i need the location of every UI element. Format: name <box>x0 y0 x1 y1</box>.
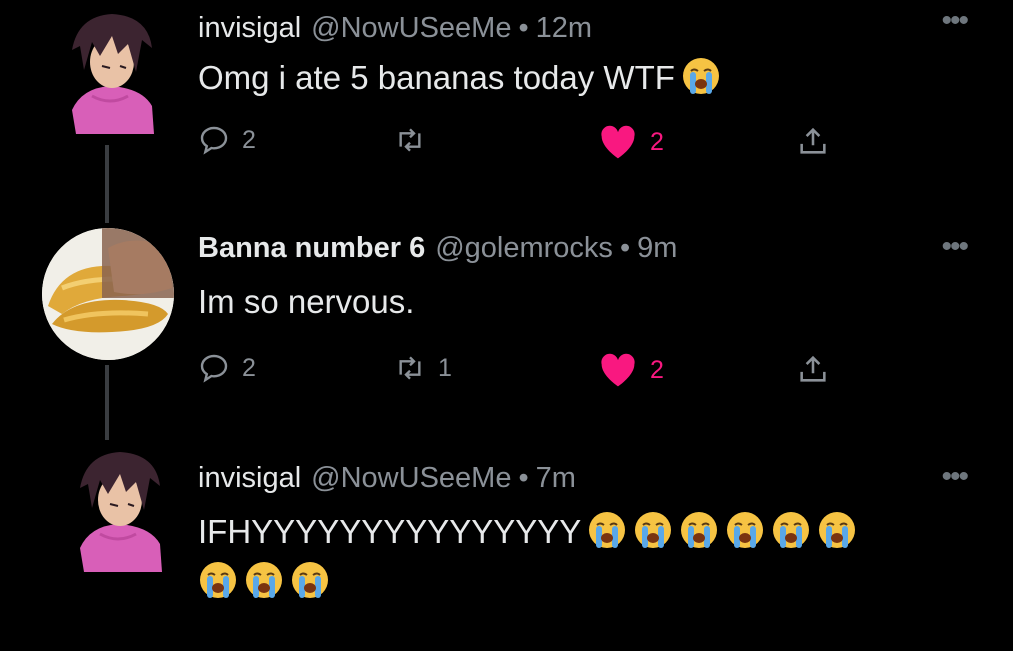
reply-count: 2 <box>242 125 256 154</box>
loudly-crying-face-icon <box>725 510 765 550</box>
user-handle[interactable]: @NowUSeeMe <box>311 12 511 45</box>
tweet[interactable]: invisigal @NowUSeeMe • 12m ••• Omg i ate… <box>0 0 1013 200</box>
retweet-icon <box>399 128 421 152</box>
tweet-text-content: Omg i ate 5 bananas today WTF <box>198 59 675 96</box>
share-icon <box>800 355 826 382</box>
loudly-crying-face-icon <box>817 510 857 550</box>
reply-icon <box>200 126 228 155</box>
loudly-crying-face-icon <box>771 510 811 550</box>
tweet-text-line2 <box>192 560 330 602</box>
share-icon <box>800 127 826 154</box>
retweet-button[interactable]: 1 <box>394 352 452 384</box>
loudly-crying-face-icon <box>290 560 330 600</box>
tweet-actions: 2 1 2 <box>198 352 838 392</box>
tweet-text: IFHYYYYYYYYYYYYYYY <box>198 510 857 552</box>
reply-button[interactable]: 2 <box>198 352 256 384</box>
reply-button[interactable]: 2 <box>198 124 256 156</box>
more-options-icon[interactable]: ••• <box>941 4 968 38</box>
emoji-row <box>581 510 857 550</box>
like-count: 2 <box>650 355 664 384</box>
heart-icon <box>601 353 635 387</box>
loudly-crying-face-icon <box>198 560 238 600</box>
avatar[interactable] <box>42 228 174 360</box>
avatar[interactable] <box>70 448 166 572</box>
retweet-button[interactable] <box>394 124 438 156</box>
display-name[interactable]: invisigal <box>198 462 301 495</box>
like-button[interactable]: 2 <box>598 352 664 388</box>
loudly-crying-face-icon <box>587 510 627 550</box>
tweet-text-content: IFHYYYYYYYYYYYYYYY <box>198 513 582 550</box>
share-button[interactable] <box>796 352 830 386</box>
display-name[interactable]: Banna number 6 <box>198 232 425 265</box>
tweet[interactable]: invisigal @NowUSeeMe • 7m ••• IFHYYYYYYY… <box>0 440 1013 651</box>
timestamp[interactable]: 7m <box>536 462 576 495</box>
loudly-crying-face-icon <box>679 510 719 550</box>
loudly-crying-face-icon <box>681 56 721 96</box>
emoji-row <box>192 560 330 600</box>
share-button[interactable] <box>796 124 830 158</box>
separator-dot: • <box>619 232 631 264</box>
timestamp[interactable]: 12m <box>536 12 592 45</box>
separator-dot: • <box>518 12 529 44</box>
loudly-crying-face-icon <box>244 560 284 600</box>
retweet-count: 1 <box>438 353 452 382</box>
timestamp[interactable]: 9m <box>637 232 677 265</box>
loudly-crying-face-icon <box>633 510 673 550</box>
user-handle[interactable]: @NowUSeeMe <box>311 462 511 495</box>
tweet-text: Omg i ate 5 bananas today WTF <box>198 56 721 98</box>
retweet-icon <box>399 356 421 380</box>
tweet-actions: 2 2 <box>198 124 838 164</box>
more-options-icon[interactable]: ••• <box>941 230 968 264</box>
heart-icon <box>601 125 635 159</box>
separator-dot: • <box>518 462 529 494</box>
display-name[interactable]: invisigal <box>198 12 301 45</box>
reply-count: 2 <box>242 353 256 382</box>
tweet[interactable]: Banna number 6 @golemrocks • 9m ••• Im s… <box>0 200 1013 430</box>
like-count: 2 <box>650 127 664 156</box>
user-handle[interactable]: @golemrocks <box>435 232 613 265</box>
more-options-icon[interactable]: ••• <box>941 460 968 494</box>
reply-icon <box>200 354 228 383</box>
avatar[interactable] <box>62 10 158 134</box>
like-button[interactable]: 2 <box>598 124 664 160</box>
tweet-text: Im so nervous. <box>198 282 414 322</box>
tweet-text-content: Im so nervous. <box>198 283 415 320</box>
